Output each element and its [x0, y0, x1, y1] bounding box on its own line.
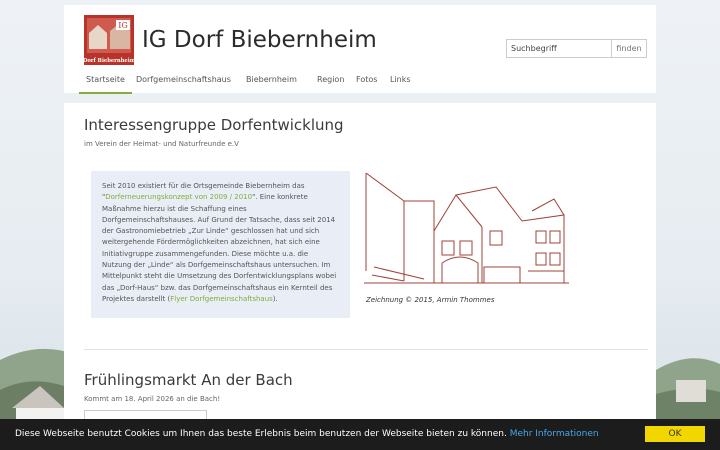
nav-item-biebernheim[interactable]: Biebernheim	[246, 68, 297, 92]
nav-item-startseite[interactable]: Startseite	[79, 68, 132, 94]
intro-text-2: ". Eine konkrete Maßnahme hierzu ist die…	[102, 193, 337, 303]
main-content: Interessengruppe Dorfentwicklung im Vere…	[64, 103, 656, 450]
flyer-link[interactable]: Flyer Dorfgemeinschaftshaus	[170, 295, 273, 303]
search-button[interactable]: finden	[611, 39, 647, 58]
post-meta: Kommt am 18. April 2026 an die Bach!	[84, 395, 221, 403]
svg-text:IG: IG	[118, 21, 128, 30]
cookie-ok-button[interactable]: OK	[645, 426, 705, 442]
cookie-more-info-link[interactable]: Mehr Informationen	[510, 429, 599, 439]
nav-item-links[interactable]: Links	[390, 68, 411, 92]
page-subtitle: im Verein der Heimat- und Naturfreunde e…	[84, 140, 239, 148]
site-title[interactable]: IG Dorf Biebernheim	[142, 27, 377, 53]
site-logo[interactable]: IG Dorf Biebernheim	[83, 15, 136, 65]
site-header: IG Dorf Biebernheim IG Dorf Biebernheim …	[64, 5, 656, 94]
house-drawing	[364, 172, 569, 284]
nav-item-fotos[interactable]: Fotos	[356, 68, 377, 92]
intro-infobox: Seit 2010 existiert für die Ortsgemeinde…	[91, 171, 350, 318]
nav-item-dorfgemeinschaftshaus[interactable]: Dorfgemeinschaftshaus	[136, 68, 231, 92]
divider	[84, 349, 648, 350]
drawing-caption: Zeichnung © 2015, Armin Thommes	[366, 296, 495, 304]
post-title[interactable]: Frühlingsmarkt An der Bach	[84, 371, 293, 389]
search-input[interactable]	[506, 39, 616, 58]
svg-text:Dorf Biebernheim: Dorf Biebernheim	[84, 58, 134, 64]
cookie-message: Diese Webseite benutzt Cookies um Ihnen …	[15, 429, 599, 439]
nav-item-region[interactable]: Region	[317, 68, 344, 92]
cookie-text: Diese Webseite benutzt Cookies um Ihnen …	[15, 429, 507, 439]
cookie-banner: Diese Webseite benutzt Cookies um Ihnen …	[0, 419, 720, 450]
page-title: Interessengruppe Dorfentwicklung	[84, 116, 344, 134]
dorferneuerungskonzept-link[interactable]: Dorferneuerungskonzept von 2009 / 2010	[105, 193, 252, 201]
intro-text-3: ).	[272, 294, 278, 303]
